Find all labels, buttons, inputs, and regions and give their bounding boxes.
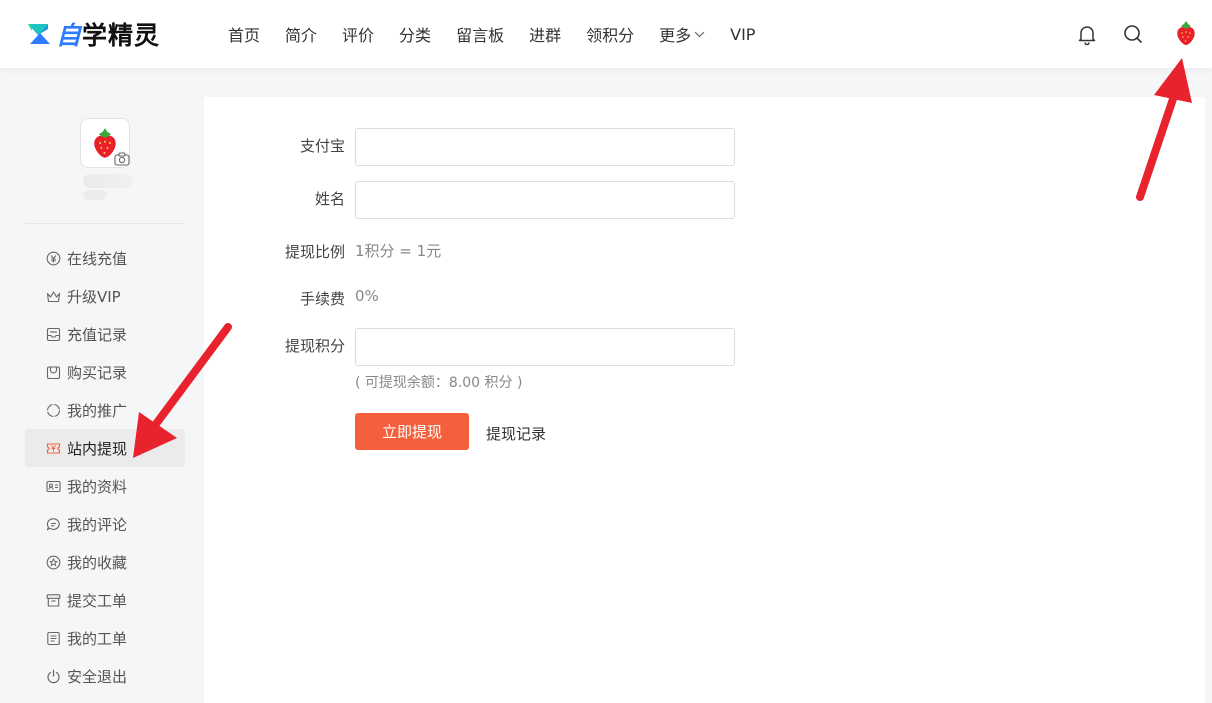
yen-circle-icon [46, 251, 61, 265]
nav-categories[interactable]: 分类 [399, 22, 431, 46]
sidebar-item-label: 我的资料 [67, 477, 128, 496]
sidebar-item-label: 我的收藏 [67, 553, 128, 572]
nav-more[interactable]: 更多 [659, 22, 705, 46]
chevron-down-icon [694, 31, 705, 37]
archive-icon [46, 593, 61, 607]
site-name: 自学精灵 [56, 16, 160, 52]
annotation-arrow-avatar [1136, 58, 1192, 201]
nav-claim-points[interactable]: 领积分 [586, 22, 634, 46]
fee-label: 手续费 [299, 290, 345, 308]
sidebar-divider [25, 223, 185, 224]
inbox-icon [46, 327, 61, 341]
search-icon[interactable] [1121, 22, 1145, 46]
main-nav: 首页 简介 评价 分类 留言板 进群 领积分 更多 VIP [228, 0, 780, 68]
nav-reviews-label: 评价 [342, 26, 375, 45]
nav-categories-label: 分类 [399, 26, 432, 45]
top-header: 自学精灵 首页 简介 评价 分类 留言板 进群 领积分 更多 VIP [0, 0, 1212, 68]
sidebar-item-upgrade-vip[interactable]: 升级VIP [25, 277, 185, 315]
fee-value: 0% [355, 287, 379, 305]
star-circle-icon [46, 555, 61, 569]
nav-vip-label: VIP [730, 24, 756, 44]
strawberry-avatar-icon[interactable] [1174, 20, 1198, 46]
id-card-icon [46, 480, 61, 492]
chat-icon [46, 517, 60, 530]
sidebar-item-comments[interactable]: 我的评论 [25, 505, 185, 543]
username-redacted [83, 174, 133, 188]
nav-home-label: 首页 [228, 26, 261, 45]
nav-more-label: 更多 [659, 26, 692, 45]
yen-ticket-icon [46, 442, 61, 454]
nav-join-group[interactable]: 进群 [529, 22, 561, 46]
site-logo[interactable]: 自学精灵 [26, 18, 160, 50]
nav-intro[interactable]: 简介 [285, 22, 317, 46]
ratio-label: 提现比例 [284, 243, 345, 261]
sidebar-item-label: 提交工单 [67, 591, 128, 610]
sidebar-item-label: 我的推广 [67, 401, 128, 420]
power-icon [47, 669, 60, 683]
sidebar-item-label: 升级VIP [67, 287, 121, 306]
alipay-input[interactable] [355, 128, 735, 166]
nav-guestbook[interactable]: 留言板 [456, 22, 504, 46]
sidebar-item-label: 我的评论 [67, 515, 128, 534]
sidebar-item-submit-ticket[interactable]: 提交工单 [25, 581, 185, 619]
logo-mark-icon [28, 24, 50, 44]
nav-reviews[interactable]: 评价 [342, 22, 374, 46]
sidebar-item-favorites[interactable]: 我的收藏 [25, 543, 185, 581]
balance-hint: ( 可提现余额：8.00 积分 ) [355, 375, 523, 391]
crown-icon [46, 290, 61, 302]
nav-join-group-label: 进群 [529, 26, 562, 45]
sidebar-item-label: 我的工单 [67, 629, 128, 648]
sidebar-menu: 在线充值 升级VIP 充值记录 购买记录 我的推广 站内提现 我的资料 我的评论… [25, 239, 185, 695]
withdraw-submit-button[interactable]: 立即提现 [355, 413, 469, 450]
nav-intro-label: 简介 [285, 26, 318, 45]
sidebar-item-label: 站内提现 [67, 439, 128, 458]
sidebar-item-my-tickets[interactable]: 我的工单 [25, 619, 185, 657]
nav-vip[interactable]: VIP [730, 25, 755, 44]
nav-claim-points-label: 领积分 [586, 26, 635, 45]
sidebar-item-label: 充值记录 [67, 325, 128, 344]
withdraw-panel: 支付宝 姓名 提现比例 1积分 = 1元 手续费 0% 提现积分 ( 可提现余额… [204, 97, 1205, 703]
sidebar-item-logout[interactable]: 安全退出 [25, 657, 185, 695]
sidebar-item-recharge[interactable]: 在线充值 [25, 239, 185, 277]
site-name-rest: 学精灵 [82, 21, 161, 50]
username-redacted-sub [83, 190, 107, 200]
sidebar-item-profile[interactable]: 我的资料 [25, 467, 185, 505]
bag-icon [46, 365, 61, 379]
site-name-first: 自 [56, 21, 83, 50]
camera-icon[interactable] [114, 152, 130, 166]
sidebar-item-label: 在线充值 [67, 249, 128, 268]
ratio-value: 1积分 = 1元 [355, 242, 442, 260]
name-input[interactable] [355, 181, 735, 219]
sidebar-item-label: 安全退出 [67, 667, 128, 686]
bell-icon[interactable] [1075, 22, 1099, 46]
points-label: 提现积分 [284, 337, 345, 355]
loop-icon [46, 403, 61, 417]
withdraw-history-link[interactable]: 提现记录 [486, 423, 546, 444]
list-doc-icon [47, 631, 60, 645]
alipay-label: 支付宝 [299, 137, 345, 155]
sidebar-item-label: 购买记录 [67, 363, 128, 382]
annotation-arrow-sidebar [133, 323, 232, 458]
nav-guestbook-label: 留言板 [456, 26, 505, 45]
name-label: 姓名 [314, 190, 345, 208]
nav-home[interactable]: 首页 [228, 22, 260, 46]
points-input[interactable] [355, 328, 735, 366]
